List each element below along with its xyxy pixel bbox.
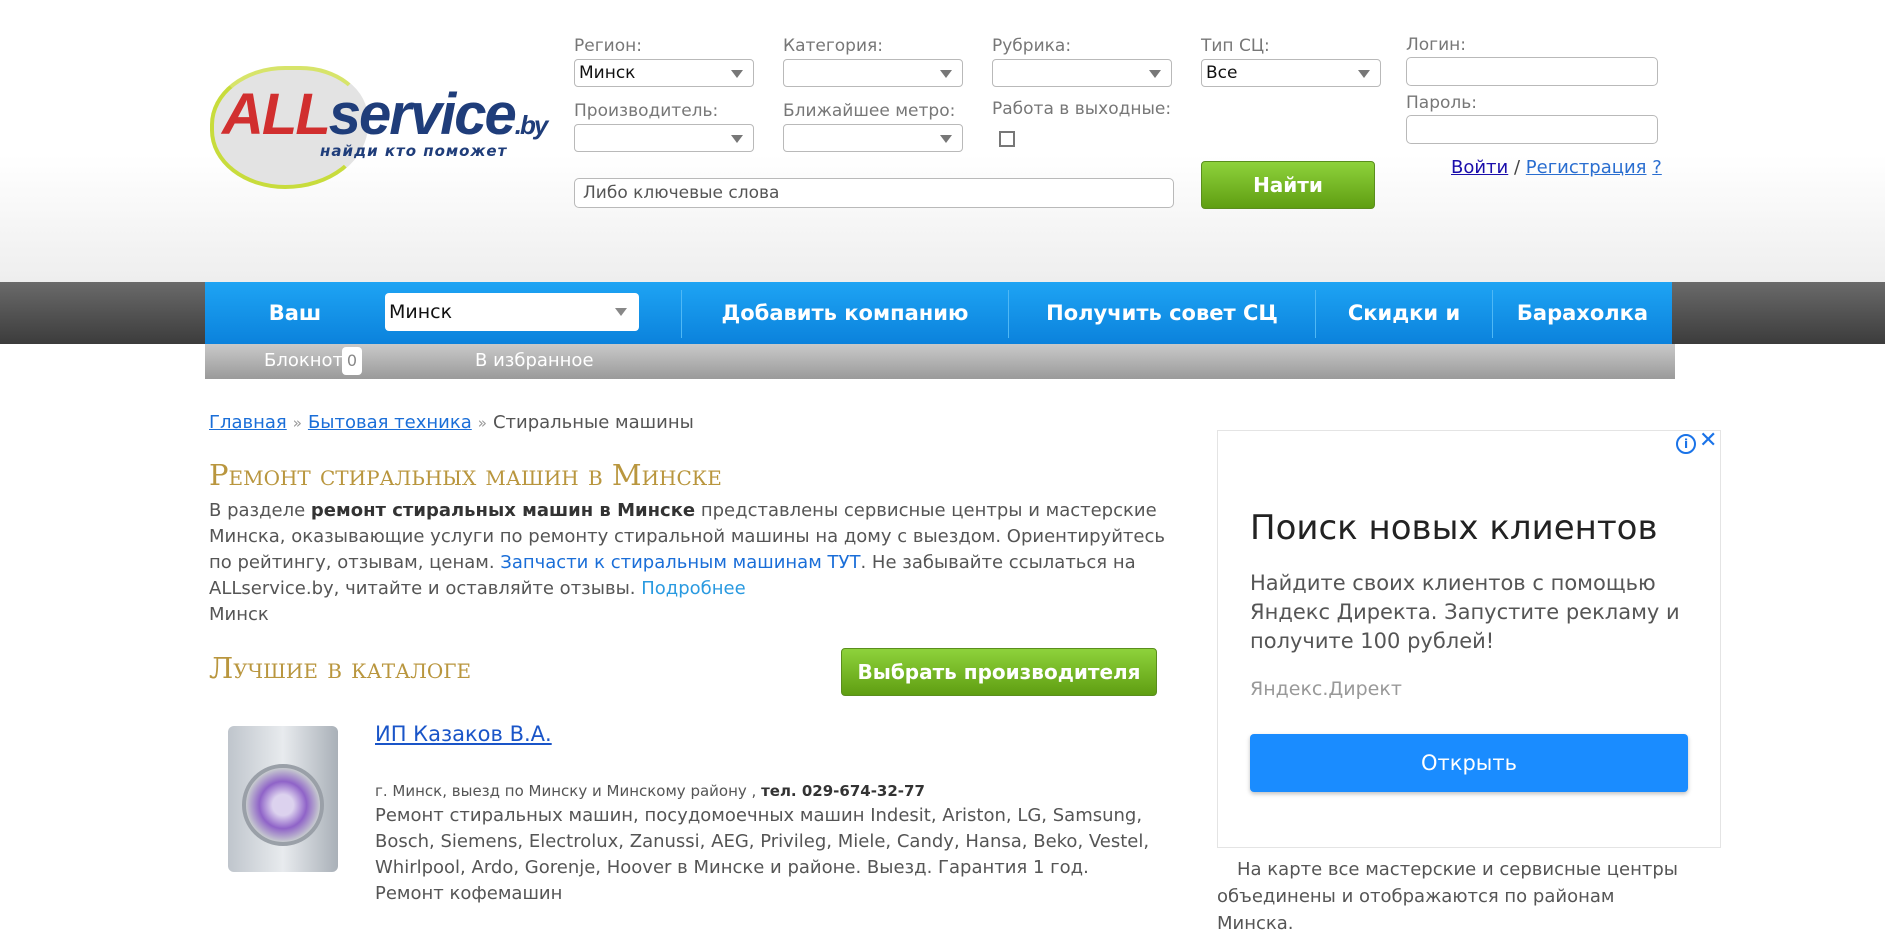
breadcrumb-home[interactable]: Главная (209, 412, 287, 433)
chevron-down-icon (1358, 70, 1370, 78)
logo-wordmark: ALLservice.by (222, 82, 548, 147)
choose-manufacturer-button[interactable]: Выбрать производителя (841, 648, 1157, 696)
nav-add-company[interactable]: Добавить компанию (682, 282, 1008, 344)
rubric-select[interactable] (992, 59, 1172, 87)
help-link[interactable]: ? (1652, 157, 1662, 178)
chevron-down-icon (940, 135, 952, 143)
ad-source[interactable]: Яндекс.Директ (1250, 678, 1402, 700)
type-select[interactable]: Все (1201, 59, 1381, 87)
metro-label: Ближайшее метро: (783, 101, 956, 121)
info-icon[interactable]: i (1676, 434, 1696, 454)
manufacturer-select[interactable] (574, 124, 754, 152)
region-select-value: Минск (579, 63, 636, 83)
intro-bold: ремонт стиральных машин в Минске (310, 500, 696, 521)
intro-text: В разделе ремонт стиральных машин в Минс… (209, 498, 1169, 628)
spare-parts-link[interactable]: Запчасти к стиральным машинам ТУТ (500, 552, 860, 573)
type-select-value: Все (1206, 63, 1238, 83)
find-button[interactable]: Найти (1201, 161, 1375, 209)
breadcrumb-separator-icon: » (292, 414, 302, 432)
best-in-catalog-title: Лучшие в каталоге (209, 651, 472, 685)
login-link[interactable]: Войти (1451, 157, 1508, 178)
your-region-label: Ваш регион (253, 301, 337, 387)
nav-discounts[interactable]: Скидки и акции (1316, 282, 1492, 387)
chevron-down-icon (615, 308, 627, 316)
company-description: Ремонт стиральных машин, посудомоечных м… (375, 805, 1150, 904)
nav-get-advice[interactable]: Получить совет СЦ (1009, 282, 1315, 344)
page-title: Ремонт стиральных машин в Минске (209, 458, 722, 492)
site-logo[interactable]: ALLservice.by найди кто поможет (206, 58, 566, 189)
weekend-label: Работа в выходные: (992, 99, 1172, 119)
company-phone: тел. 029-674-32-77 (761, 782, 925, 800)
metro-select[interactable] (783, 124, 963, 152)
intro-part: В разделе (209, 500, 311, 521)
company-name-link[interactable]: ИП Казаков В.А. (375, 722, 552, 746)
notebook-link[interactable]: Блокнот (264, 350, 343, 371)
city-label: Минск (209, 604, 269, 625)
nav-region-value: Минск (389, 301, 453, 323)
chevron-down-icon (1149, 70, 1161, 78)
chevron-down-icon (940, 70, 952, 78)
ad-open-button[interactable]: Открыть (1250, 734, 1688, 792)
nav-flea-market[interactable]: Барахолка (1493, 282, 1672, 344)
type-label: Тип СЦ: (1201, 36, 1270, 56)
login-input[interactable] (1406, 57, 1658, 86)
auth-links: Войти / Регистрация ? (1451, 157, 1662, 178)
password-label: Пароль: (1406, 93, 1478, 113)
company-address-text: г. Минск, выезд по Минску и Минскому рай… (375, 782, 762, 800)
category-select[interactable] (783, 59, 963, 87)
region-label: Регион: (574, 36, 642, 56)
weekend-checkbox[interactable] (999, 131, 1015, 147)
login-label: Логин: (1406, 35, 1467, 55)
chevron-down-icon (731, 135, 743, 143)
region-select[interactable]: Минск (574, 59, 754, 87)
breadcrumb-current: Стиральные машины (492, 412, 694, 433)
keywords-input[interactable]: Либо ключевые слова (574, 178, 1174, 208)
map-note: На карте все мастерские и сервисные цент… (1217, 859, 1678, 934)
auth-separator: / (1513, 157, 1521, 178)
password-input[interactable] (1406, 115, 1658, 144)
breadcrumb: Главная » Бытовая техника » Стиральные машин… (209, 412, 694, 433)
sub-nav (205, 344, 1675, 379)
washing-machine-door (242, 764, 324, 846)
rubric-label: Рубрика: (992, 36, 1072, 56)
favorites-link[interactable]: В избранное (475, 350, 594, 371)
company-thumbnail[interactable] (222, 724, 344, 874)
ad-title[interactable]: Поиск новых клиентов (1250, 508, 1658, 548)
register-link[interactable]: Регистрация (1526, 157, 1647, 178)
breadcrumb-separator-icon: » (477, 414, 487, 432)
company-address: г. Минск, выезд по Минску и Минскому рай… (375, 782, 925, 800)
logo-tagline: найди кто поможет (320, 142, 508, 160)
chevron-down-icon (731, 70, 743, 78)
notebook-count-badge: 0 (342, 347, 362, 375)
manufacturer-label: Производитель: (574, 101, 719, 121)
category-label: Категория: (783, 36, 883, 56)
ad-text[interactable]: Найдите своих клиентов с помощью Яндекс … (1250, 569, 1690, 656)
nav-region-select[interactable]: Минск (385, 293, 639, 331)
close-icon[interactable]: ✕ (1699, 428, 1717, 453)
washing-machine-image (228, 726, 338, 872)
breadcrumb-appliances[interactable]: Бытовая техника (308, 412, 472, 433)
more-link[interactable]: Подробнее (641, 578, 745, 599)
